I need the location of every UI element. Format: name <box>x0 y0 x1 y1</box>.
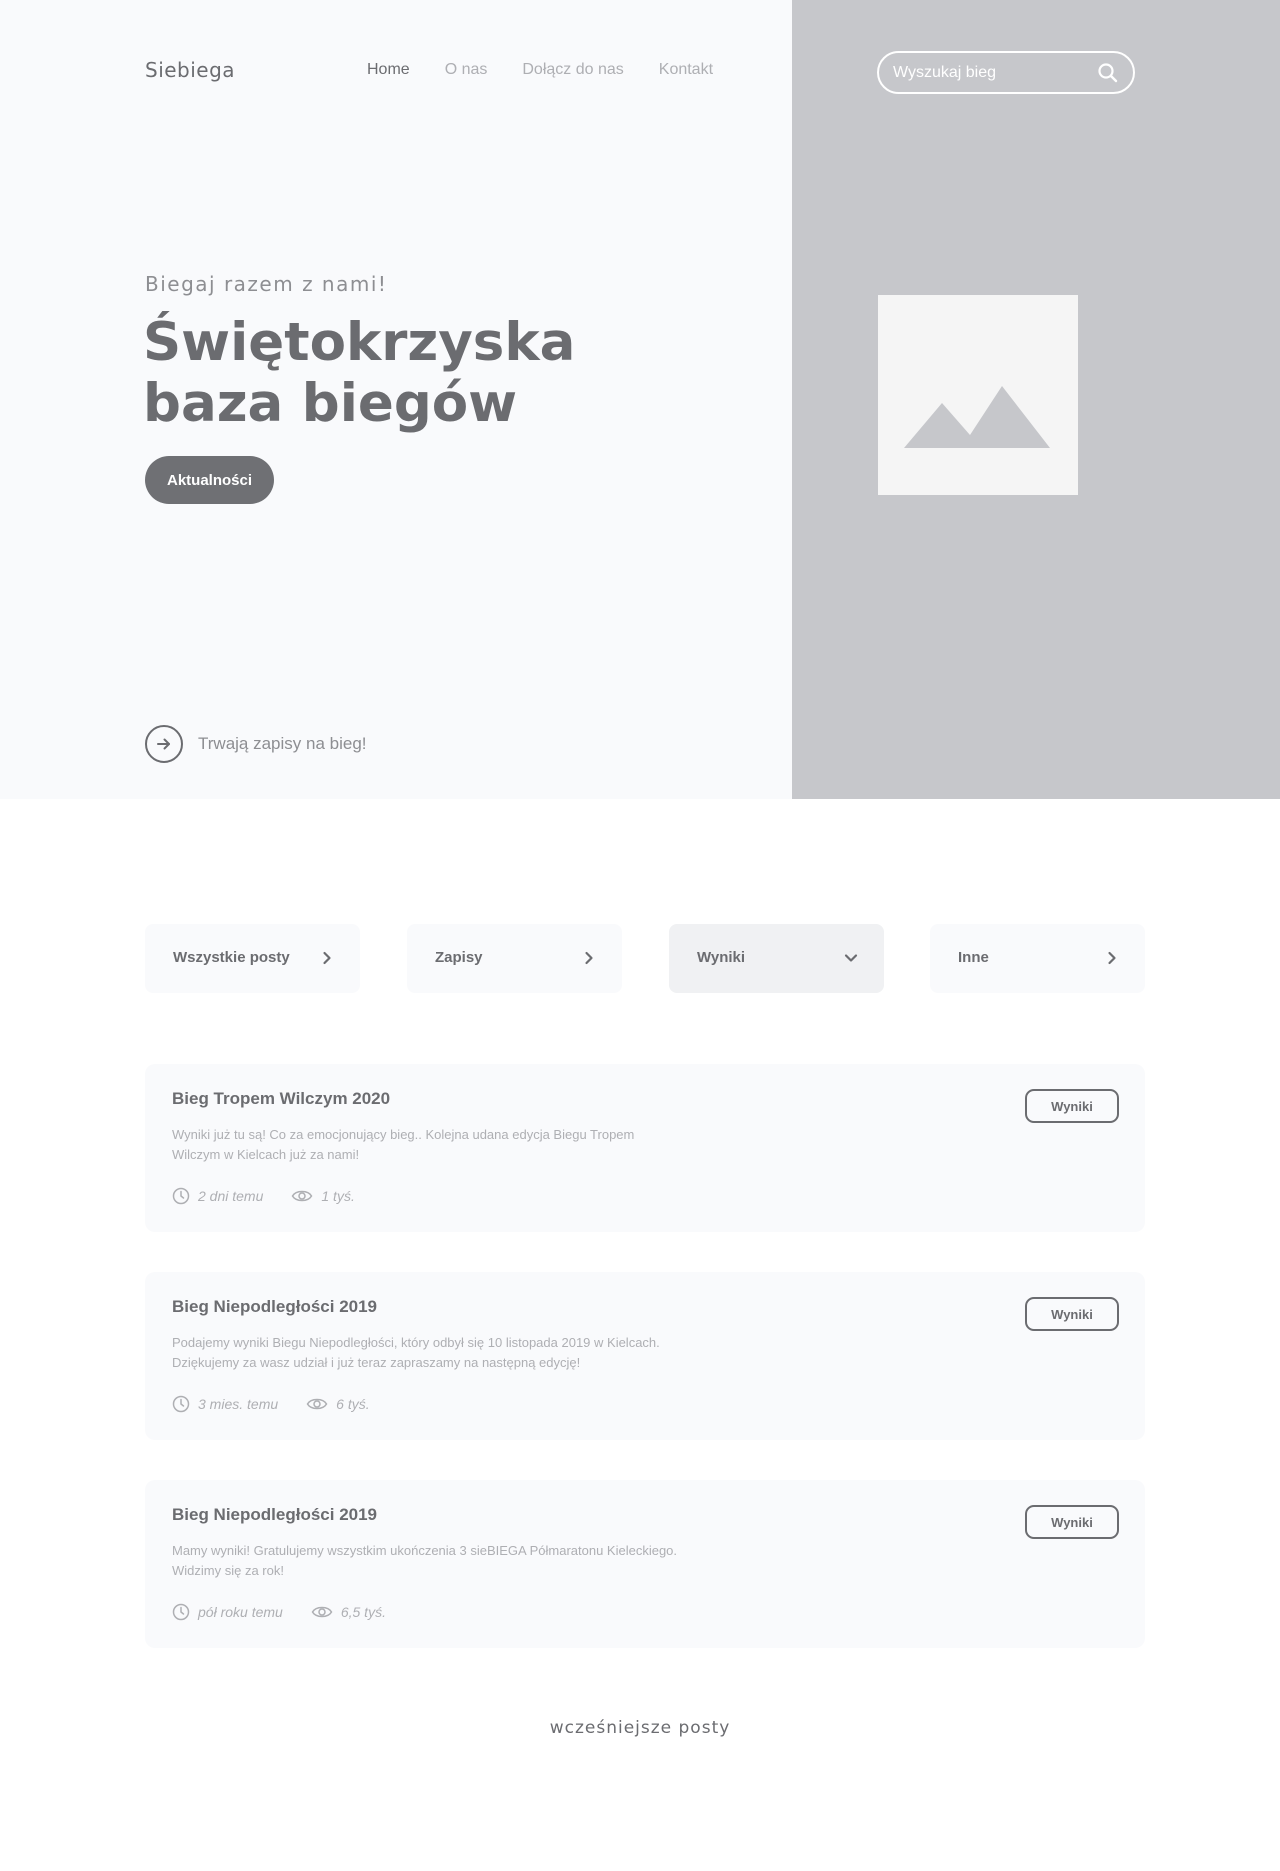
nav-item-about[interactable]: O nas <box>445 61 488 79</box>
post-views-label: 1 tyś. <box>321 1188 355 1204</box>
post-time-label: 2 dni temu <box>198 1188 264 1204</box>
post-description-line: Wilczym w Kielcach już za nami! <box>172 1147 360 1162</box>
eye-icon <box>292 1190 313 1202</box>
filter-signups[interactable]: Zapisy <box>407 924 622 993</box>
post-description-line: Widzimy się za rok! <box>172 1563 284 1578</box>
eye-icon <box>306 1398 328 1410</box>
arrow-right-icon[interactable] <box>145 725 183 763</box>
main-nav: Home O nas Dołącz do nas Kontakt <box>367 61 748 79</box>
post-description-line: Mamy wyniki! Gratulujemy wszystkim ukońc… <box>172 1543 678 1558</box>
post-description: Mamy wyniki! Gratulujemy wszystkim ukońc… <box>172 1541 712 1581</box>
post-description-line: Podajemy wyniki Biegu Niepodległości, kt… <box>172 1335 660 1350</box>
filter-label: Zapisy <box>435 949 483 966</box>
post-description-line: Dziękujemy za wasz udział i już teraz za… <box>172 1355 581 1370</box>
hero-subtitle: Biegaj razem z nami! <box>145 272 388 296</box>
filter-all-posts[interactable]: Wszystkie posty <box>145 924 360 993</box>
post-title[interactable]: Bieg Niepodległości 2019 <box>172 1297 377 1317</box>
post-card: Bieg Niepodległości 2019 Mamy wyniki! Gr… <box>145 1480 1145 1648</box>
hero-title: Świętokrzyska baza biegów <box>143 312 703 434</box>
post-views: 6 tyś. <box>306 1396 370 1412</box>
post-views: 6,5 tyś. <box>311 1604 386 1620</box>
post-time: pół roku temu <box>172 1603 283 1621</box>
results-button[interactable]: Wyniki <box>1025 1297 1119 1331</box>
site-logo[interactable]: Siebiega <box>145 58 235 82</box>
hero-section: Siebiega Home O nas Dołącz do nas Kontak… <box>0 0 1280 799</box>
post-description: Podajemy wyniki Biegu Niepodległości, kt… <box>172 1333 712 1373</box>
post-title[interactable]: Bieg Niepodległości 2019 <box>172 1505 377 1525</box>
post-description-line: Wyniki już tu są! Co za emocjonujący bie… <box>172 1127 635 1142</box>
post-meta: pół roku temu 6,5 tyś. <box>172 1603 414 1621</box>
post-card: Bieg Tropem Wilczym 2020 Wyniki już tu s… <box>145 1064 1145 1232</box>
filter-label: Wszystkie posty <box>173 949 290 966</box>
search-icon[interactable] <box>1097 62 1119 84</box>
post-filters: Wszystkie posty Zapisy Wyniki Inne <box>145 924 1145 993</box>
nav-item-contact[interactable]: Kontakt <box>659 61 713 79</box>
search-input[interactable] <box>893 62 1083 84</box>
chevron-down-icon <box>844 954 858 962</box>
news-button[interactable]: Aktualności <box>145 456 274 504</box>
filter-results[interactable]: Wyniki <box>669 924 884 993</box>
search-box <box>877 51 1135 94</box>
filter-label: Wyniki <box>697 949 746 966</box>
filter-label: Inne <box>958 949 989 966</box>
signup-link[interactable]: Trwają zapisy na bieg! <box>145 725 367 763</box>
hero-title-line-2: baza biegów <box>143 373 518 434</box>
clock-icon <box>172 1187 190 1205</box>
nav-item-join[interactable]: Dołącz do nas <box>522 61 623 79</box>
chevron-right-icon <box>585 951 593 965</box>
nav-item-home[interactable]: Home <box>367 61 410 79</box>
post-time-label: pół roku temu <box>198 1604 283 1620</box>
post-meta: 2 dni temu 1 tyś. <box>172 1187 383 1205</box>
post-views: 1 tyś. <box>291 1188 355 1204</box>
filter-other[interactable]: Inne <box>930 924 1145 993</box>
post-views-label: 6,5 tyś. <box>340 1604 386 1620</box>
hero-title-line-1: Świętokrzyska <box>143 312 576 373</box>
clock-icon <box>172 1395 190 1413</box>
signup-link-label: Trwają zapisy na bieg! <box>198 734 367 753</box>
earlier-posts-link[interactable]: wcześniejsze posty <box>0 1718 1280 1738</box>
clock-icon <box>172 1603 190 1621</box>
results-button[interactable]: Wyniki <box>1025 1089 1119 1123</box>
post-time: 3 mies. temu <box>172 1395 278 1413</box>
image-placeholder-icon <box>878 295 1078 495</box>
post-description: Wyniki już tu są! Co za emocjonujący bie… <box>172 1125 712 1165</box>
eye-icon <box>311 1606 333 1618</box>
chevron-right-icon <box>1108 951 1116 965</box>
results-button[interactable]: Wyniki <box>1025 1505 1119 1539</box>
post-meta: 3 mies. temu 6 tyś. <box>172 1395 398 1413</box>
post-card: Bieg Niepodległości 2019 Podajemy wyniki… <box>145 1272 1145 1440</box>
chevron-right-icon <box>323 951 331 965</box>
post-views-label: 6 tyś. <box>336 1396 370 1412</box>
post-time-label: 3 mies. temu <box>198 1396 279 1412</box>
post-title[interactable]: Bieg Tropem Wilczym 2020 <box>172 1089 390 1109</box>
post-time: 2 dni temu <box>172 1187 263 1205</box>
